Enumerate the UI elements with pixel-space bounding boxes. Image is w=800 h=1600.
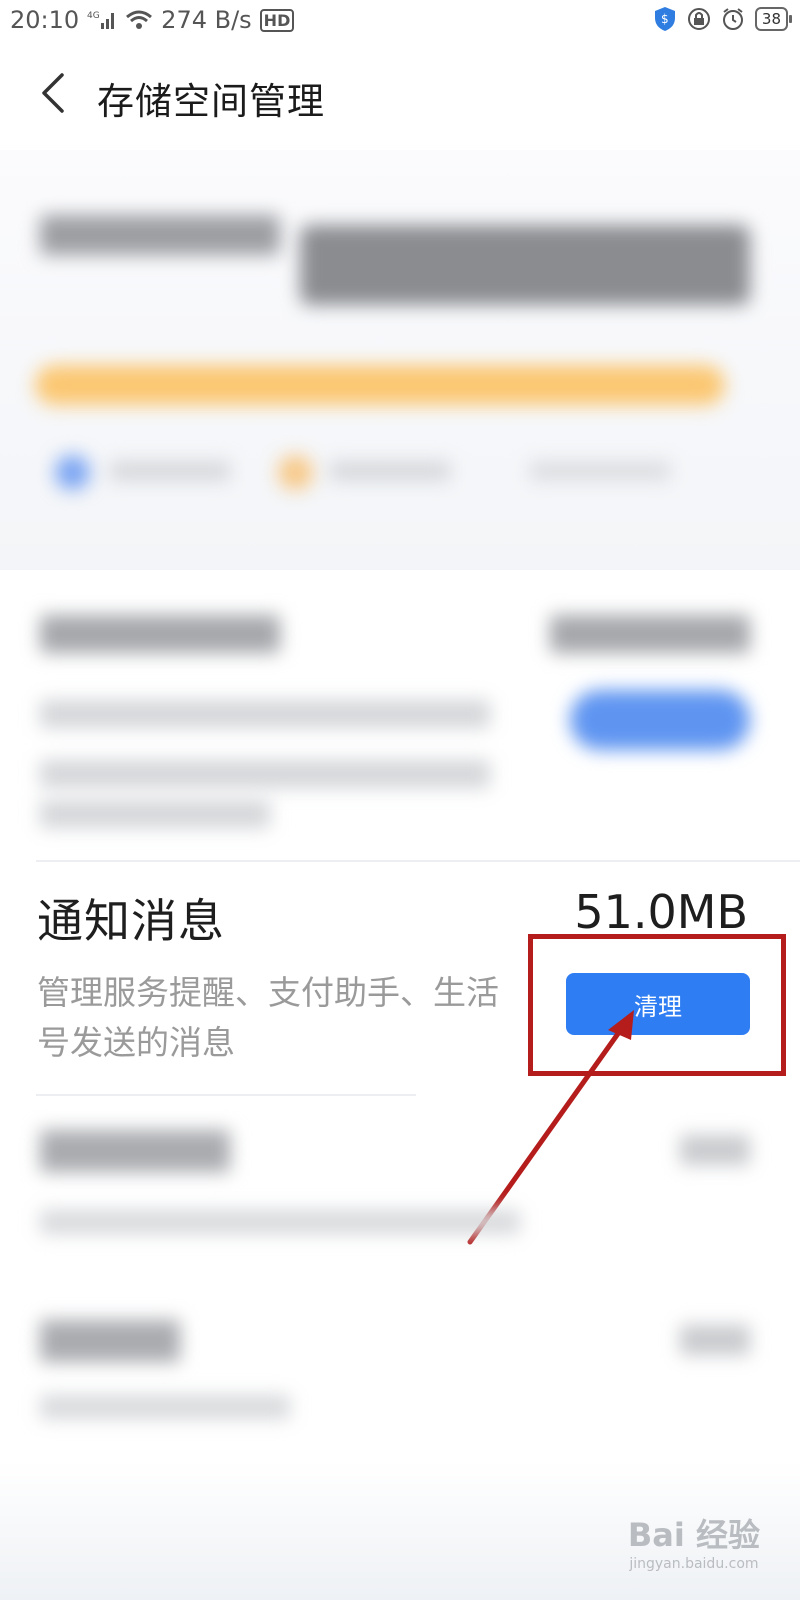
storage-summary <box>0 150 800 570</box>
shield-icon: $ <box>653 6 677 32</box>
status-right: $ 38 <box>653 6 793 32</box>
legend-dot-orange <box>278 455 313 490</box>
page-title: 存储空间管理 <box>97 80 325 123</box>
blurred-row-desc <box>40 1210 520 1234</box>
blurred-row-desc <box>40 800 270 828</box>
svg-text:4G: 4G <box>87 11 100 21</box>
storage-label-blurred <box>40 215 280 255</box>
status-time: 20:10 <box>10 6 80 34</box>
blurred-row-size <box>680 1325 750 1355</box>
watermark-logo: Bai 经验 <box>627 1516 760 1554</box>
blurred-row-title <box>40 1320 180 1362</box>
network-speed: 274 B/s <box>161 6 252 34</box>
notification-description: 管理服务提醒、支付助手、生活号发送的消息 <box>37 973 499 1062</box>
watermark: Bai 经验 jingyan.baidu.com <box>628 1510 760 1572</box>
hd-icon: HD <box>259 8 295 32</box>
blurred-row-desc <box>40 1395 290 1419</box>
notification-title: 通知消息 <box>37 894 225 948</box>
legend-label-blurred <box>530 462 670 480</box>
signal-icon: 4G <box>87 9 117 31</box>
blurred-row-desc <box>40 760 490 788</box>
blurred-row-title <box>40 1130 230 1172</box>
blurred-row-size <box>680 1135 750 1165</box>
back-button[interactable] <box>36 69 76 119</box>
divider <box>36 1094 416 1096</box>
lock-icon <box>687 7 711 31</box>
alarm-icon <box>721 7 745 31</box>
blurred-row-size <box>550 615 750 653</box>
battery-icon: 38 <box>754 7 793 31</box>
blurred-row-button[interactable] <box>570 690 750 750</box>
legend-label-blurred <box>330 462 450 480</box>
chevron-left-icon <box>42 73 64 113</box>
notification-size: 51.0MB <box>574 885 748 939</box>
divider <box>36 860 800 862</box>
svg-text:$: $ <box>661 12 669 26</box>
wifi-icon <box>125 9 153 31</box>
status-left: 20:10 4G 274 B/s HD <box>10 6 295 34</box>
storage-value-blurred <box>300 225 750 305</box>
watermark-url: jingyan.baidu.com <box>629 1556 759 1572</box>
status-bar: 20:10 4G 274 B/s HD $ 38 <box>0 0 800 40</box>
header: 存储空间管理 <box>0 55 800 135</box>
legend-dot-blue <box>55 455 90 490</box>
clean-button[interactable]: 清理 <box>566 973 750 1035</box>
blurred-row-desc <box>40 700 490 728</box>
storage-usage-bar <box>35 365 725 405</box>
blurred-row-title <box>40 615 280 653</box>
legend-label-blurred <box>110 462 230 480</box>
